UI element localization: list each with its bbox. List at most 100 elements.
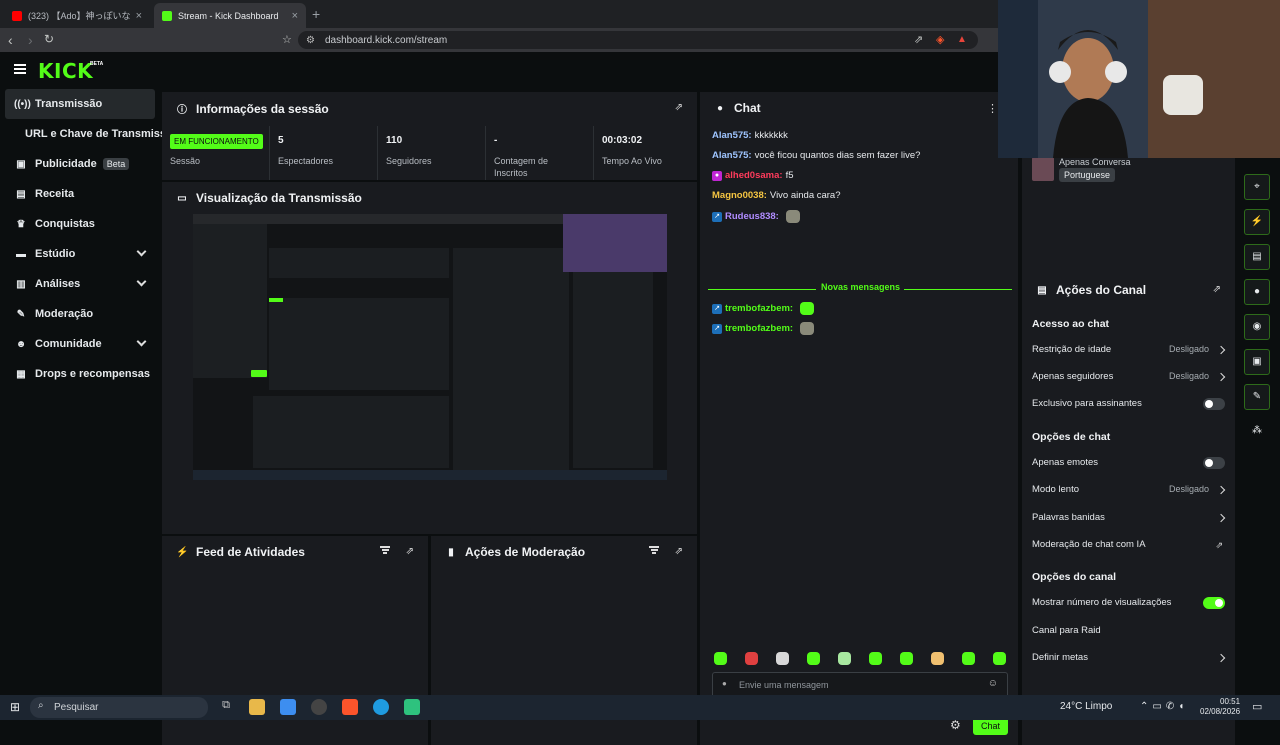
file-explorer-icon[interactable] <box>249 699 265 715</box>
emote-button[interactable] <box>776 652 789 665</box>
close-icon[interactable]: × <box>292 10 298 22</box>
app-icon[interactable] <box>404 699 420 715</box>
popout-icon[interactable]: ⇗ <box>1213 284 1221 295</box>
popout-icon[interactable]: ⇗ <box>406 546 414 557</box>
emote-button[interactable] <box>838 652 851 665</box>
ai-moderation-row[interactable]: Moderação de chat com IA ⇗ <box>1032 539 1225 553</box>
lightning-icon[interactable]: ⚡ <box>1244 209 1270 235</box>
task-view-icon[interactable]: ⧉ <box>218 699 234 715</box>
weather-widget[interactable]: 24°C Limpo <box>1060 701 1112 712</box>
chat-username[interactable]: trembofazbem: <box>725 323 793 334</box>
search-placeholder: Pesquisar <box>54 702 99 713</box>
taskbar-search[interactable]: ⌕ Pesquisar <box>30 697 208 718</box>
chat-icon[interactable]: ● <box>1244 279 1270 305</box>
stat-label: Espectadores <box>278 156 334 166</box>
followers-only-row[interactable]: Apenas seguidores Desligado <box>1032 371 1226 385</box>
edge-icon[interactable] <box>373 699 389 715</box>
reload-icon[interactable]: ↻ <box>44 32 54 46</box>
filter-icon[interactable] <box>649 546 659 554</box>
set-goals-row[interactable]: Definir metas <box>1032 652 1226 666</box>
chat-username[interactable]: Magno0038: <box>712 190 767 201</box>
banned-words-row[interactable]: Palavras banidas <box>1032 512 1226 526</box>
show-views-toggle[interactable] <box>1203 597 1225 609</box>
emote-button[interactable] <box>931 652 944 665</box>
chevron-right-icon <box>1216 653 1226 663</box>
wrench-icon: ✎ <box>16 308 26 320</box>
chat-username[interactable]: trembofazbem: <box>725 303 793 314</box>
document-icon[interactable]: ▤ <box>1244 244 1270 270</box>
sidebar-item-transmissao[interactable]: ((•)) Transmissão <box>5 89 155 119</box>
crop-icon[interactable]: ⌖ <box>1244 174 1270 200</box>
emote-button[interactable] <box>745 652 758 665</box>
stat-label: Sessão <box>170 156 201 166</box>
bookmark-icon[interactable]: ☆ <box>282 33 292 46</box>
sidebar-item-drops[interactable]: ▦ Drops e recompensas <box>0 359 160 389</box>
chart-icon: ▤ <box>16 188 26 200</box>
sidebar-item-conquistas[interactable]: ♛ Conquistas <box>0 209 160 239</box>
chat-username[interactable]: alhed0sama: <box>725 170 783 181</box>
filter-icon[interactable] <box>380 546 390 554</box>
emote-button[interactable] <box>962 652 975 665</box>
chat-username[interactable]: Rudeus838: <box>725 211 779 222</box>
stat-value: - <box>494 135 498 146</box>
back-icon[interactable]: ‹ <box>8 32 13 48</box>
share-nodes-icon[interactable]: ⁂ <box>1244 419 1270 445</box>
layout-icon[interactable]: ▣ <box>1244 349 1270 375</box>
chat-message-input[interactable] <box>739 678 979 692</box>
more-options-icon[interactable]: ⋮ <box>987 102 998 115</box>
forward-icon[interactable]: › <box>28 32 33 48</box>
chat-username[interactable]: Alan575: <box>712 130 752 141</box>
sidebar-item-url-chave[interactable]: URL e Chave de Transmissão <box>0 119 179 149</box>
gear-icon[interactable]: ⚙ <box>950 718 961 732</box>
windows-start-icon[interactable]: ⊞ <box>10 700 20 714</box>
url-field[interactable]: ⚙ dashboard.kick.com/stream <box>298 31 978 49</box>
broadcast-icon[interactable]: ◉ <box>1244 314 1270 340</box>
sidebar-item-moderacao[interactable]: ✎ Moderação <box>0 299 160 329</box>
kick-logo[interactable]: KICK <box>38 59 93 83</box>
emotes-only-row: Apenas emotes <box>1032 457 1225 471</box>
category-thumbnail[interactable] <box>1032 157 1054 181</box>
slow-mode-row[interactable]: Modo lento Desligado <box>1032 484 1226 498</box>
browser-tab-kick[interactable]: Stream - Kick Dashboard × <box>154 3 306 28</box>
subs-only-toggle[interactable] <box>1203 398 1225 410</box>
close-icon[interactable]: × <box>136 10 142 22</box>
chat-username[interactable]: Alan575: <box>712 150 752 161</box>
emote-button[interactable] <box>807 652 820 665</box>
popout-icon[interactable]: ⇗ <box>675 102 683 113</box>
chevron-down-icon[interactable] <box>136 246 147 257</box>
brave-shield-icon[interactable]: ◈ <box>936 33 944 46</box>
emote-button[interactable] <box>993 652 1006 665</box>
sidebar-item-estudio[interactable]: ▬ Estúdio <box>0 239 160 269</box>
age-restriction-row[interactable]: Restrição de idade Desligado <box>1032 344 1226 358</box>
notification-icon[interactable]: ▭ <box>1252 700 1262 713</box>
sidebar-item-analises[interactable]: ▥ Análises <box>0 269 160 299</box>
sidebar-item-comunidade[interactable]: ☻ Comunidade <box>0 329 160 359</box>
sidebar-item-receita[interactable]: ▤ Receita <box>0 179 160 209</box>
system-tray-icons[interactable]: ⌃▭✆◖ <box>1140 701 1188 712</box>
youtube-icon <box>12 10 22 21</box>
new-tab-button[interactable]: + <box>312 6 320 22</box>
stream-preview-video[interactable] <box>193 214 667 480</box>
clock[interactable]: 00:51 02/08/2026 <box>1200 697 1240 717</box>
info-icon[interactable]: ● <box>722 679 727 688</box>
brave-icon[interactable] <box>342 699 358 715</box>
obs-icon[interactable] <box>311 699 327 715</box>
brave-rewards-icon[interactable]: ▲ <box>957 34 967 45</box>
copilot-icon[interactable] <box>280 699 296 715</box>
menu-icon[interactable] <box>14 64 26 74</box>
emote-button[interactable] <box>714 652 727 665</box>
chevron-down-icon[interactable] <box>136 336 147 347</box>
raid-channel-row[interactable]: Canal para Raid <box>1032 625 1225 639</box>
browser-tab-youtube[interactable]: (323) 【Ado】神っぽいな 歌いました - Yo × <box>4 3 150 28</box>
emoji-icon[interactable]: ☺ <box>988 678 998 689</box>
site-info-icon[interactable]: ⚙ <box>306 35 315 46</box>
wrench-icon[interactable]: ✎ <box>1244 384 1270 410</box>
emotes-only-toggle[interactable] <box>1203 457 1225 469</box>
emote-button[interactable] <box>869 652 882 665</box>
chevron-down-icon[interactable] <box>136 276 147 287</box>
sidebar-item-publicidade[interactable]: ▣ Publicidade Beta <box>0 149 160 179</box>
popout-icon[interactable]: ⇗ <box>675 546 683 557</box>
sidebar-item-label: Conquistas <box>35 218 95 230</box>
share-icon[interactable]: ⇗ <box>914 33 923 46</box>
emote-button[interactable] <box>900 652 913 665</box>
